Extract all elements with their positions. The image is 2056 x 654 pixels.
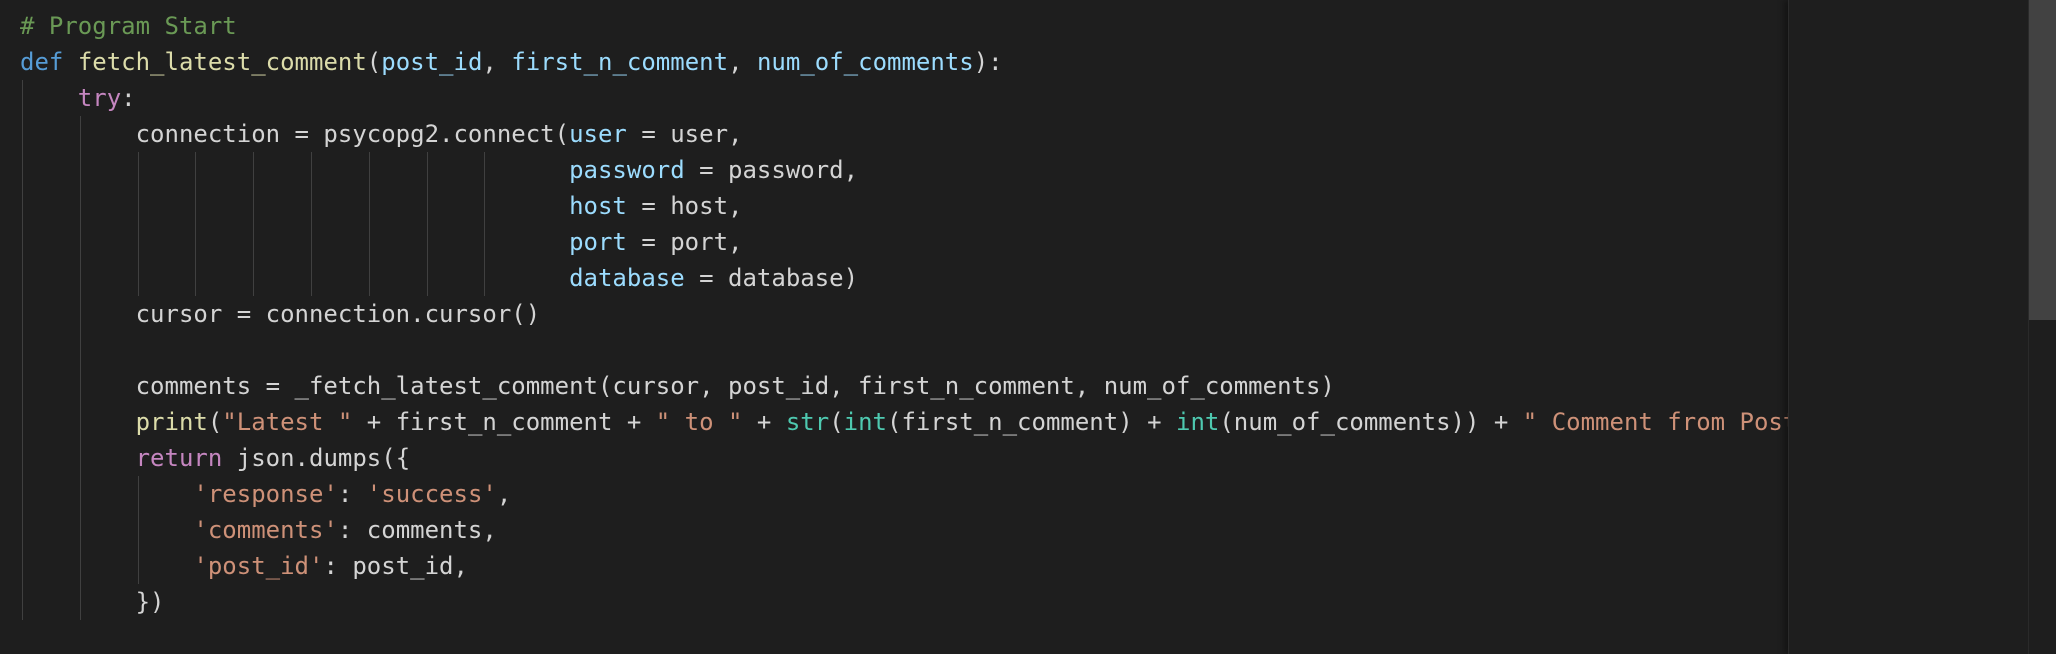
code-line[interactable]: password = password,	[20, 152, 858, 188]
indent-guide	[484, 152, 486, 296]
code-token: ,	[728, 48, 757, 76]
indent-guide	[195, 152, 197, 296]
code-token: int	[843, 408, 888, 436]
code-line[interactable]: 'response': 'success',	[20, 476, 511, 512]
code-token: :	[337, 480, 367, 508]
code-token: json.dumps({	[222, 444, 411, 472]
code-token: ):	[973, 48, 1003, 76]
code-token: = host,	[626, 192, 743, 220]
code-line[interactable]: return json.dumps({	[20, 440, 411, 476]
code-line[interactable]: comments = _fetch_latest_comment(cursor,…	[20, 368, 1335, 404]
code-line[interactable]: host = host,	[20, 188, 742, 224]
code-token: (	[207, 408, 223, 436]
code-token: first_n_comment	[511, 48, 729, 76]
code-token: ,	[496, 480, 512, 508]
code-token: fetch_latest_comment	[77, 48, 367, 76]
code-line[interactable]: connection = psycopg2.connect(user = use…	[20, 116, 743, 152]
code-token: print	[135, 408, 208, 436]
code-token: (first_n_comment) +	[887, 408, 1176, 436]
indent-guide	[137, 476, 139, 584]
code-token: (	[366, 48, 382, 76]
code-token: "Latest "	[222, 408, 353, 436]
code-line[interactable]: port = port,	[20, 224, 742, 260]
code-token: (num_of_comments)) +	[1219, 408, 1523, 436]
indent-guide	[137, 152, 139, 296]
code-token: = database)	[684, 264, 859, 292]
code-line[interactable]: 'post_id': post_id,	[20, 548, 468, 584]
code-token: cursor = connection.cursor()	[20, 300, 541, 328]
code-line[interactable]: database = database)	[20, 260, 858, 296]
indent-guide	[253, 152, 255, 296]
code-token: try	[77, 84, 122, 112]
code-token: 'response'	[193, 480, 338, 508]
code-editor[interactable]: # Program Start def fetch_latest_comment(…	[0, 0, 2056, 654]
code-token: # Program Start	[20, 12, 237, 40]
indent-guide	[22, 80, 23, 620]
code-token: database	[569, 264, 685, 292]
code-token: = password,	[684, 156, 859, 184]
code-token: " Comment from Post	[1522, 408, 1788, 436]
indent-guide	[426, 152, 428, 296]
code-token: host	[569, 192, 627, 220]
indent-guide	[79, 116, 81, 620]
code-token: 'post_id'	[193, 552, 324, 580]
code-token: def	[20, 48, 64, 76]
code-token: (	[829, 408, 844, 436]
minimap[interactable]	[1788, 0, 2029, 654]
code-token: 'comments'	[193, 516, 338, 544]
code-token: " to "	[655, 408, 743, 436]
code-token: return	[135, 444, 223, 472]
code-token: = port,	[626, 228, 743, 256]
code-token: + first_n_comment +	[352, 408, 656, 436]
code-area[interactable]: # Program Start def fetch_latest_comment(…	[0, 0, 1788, 654]
code-token: num_of_comments	[756, 48, 974, 76]
code-token: str	[785, 408, 830, 436]
code-line[interactable]: 'comments': comments,	[20, 512, 497, 548]
code-token: port	[569, 228, 627, 256]
code-token: post_id	[381, 48, 483, 76]
indent-guide	[311, 152, 312, 296]
scrollbar-thumb[interactable]	[2029, 0, 2056, 320]
code-token: : comments,	[337, 516, 497, 544]
code-token: connection = psycopg2.connect(	[20, 120, 570, 148]
code-line[interactable]: def fetch_latest_comment(post_id, first_…	[20, 44, 1003, 80]
code-token: password	[569, 156, 685, 184]
code-line[interactable]: print("Latest " + first_n_comment + " to…	[20, 404, 1788, 440]
indent-guide	[368, 152, 370, 296]
code-line[interactable]: try:	[20, 80, 136, 116]
code-token: ,	[482, 48, 512, 76]
code-token: comments = _fetch_latest_comment(cursor,…	[20, 372, 1335, 400]
code-token: +	[742, 408, 786, 436]
code-line[interactable]: # Program Start	[20, 8, 237, 44]
code-token: int	[1176, 408, 1220, 436]
code-token: })	[20, 588, 165, 616]
code-token: : post_id,	[323, 552, 468, 580]
code-token: 'success'	[366, 480, 497, 508]
code-line[interactable]: })	[20, 584, 165, 620]
code-token: user	[569, 120, 627, 148]
code-token: = user,	[626, 120, 743, 148]
code-line[interactable]: cursor = connection.cursor()	[20, 296, 541, 332]
code-token: :	[121, 84, 136, 112]
